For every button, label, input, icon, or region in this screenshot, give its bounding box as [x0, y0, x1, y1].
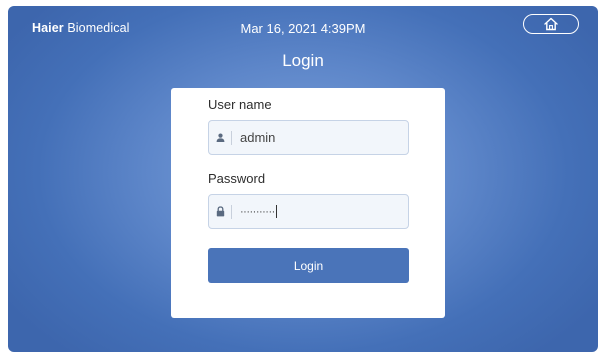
login-button[interactable]: Login: [208, 248, 409, 283]
text-caret: [275, 205, 277, 218]
lock-icon: [209, 206, 231, 217]
password-value: ···········: [240, 205, 275, 218]
user-icon: [209, 133, 231, 142]
field-separator: [231, 130, 232, 145]
login-screen: Haier Biomedical Mar 16, 2021 4:39PM Log…: [8, 6, 598, 352]
username-field[interactable]: admin: [208, 120, 409, 155]
password-label: Password: [208, 171, 266, 186]
page-title: Login: [282, 51, 324, 70]
login-card: User name admin Password ··········· Log…: [171, 88, 445, 318]
home-button[interactable]: [523, 14, 579, 34]
datetime: Mar 16, 2021 4:39PM: [240, 21, 366, 36]
username-value: admin: [240, 130, 276, 145]
home-icon: [544, 17, 558, 31]
field-separator: [231, 204, 232, 219]
username-label: User name: [208, 97, 272, 112]
password-field[interactable]: ···········: [208, 194, 409, 229]
